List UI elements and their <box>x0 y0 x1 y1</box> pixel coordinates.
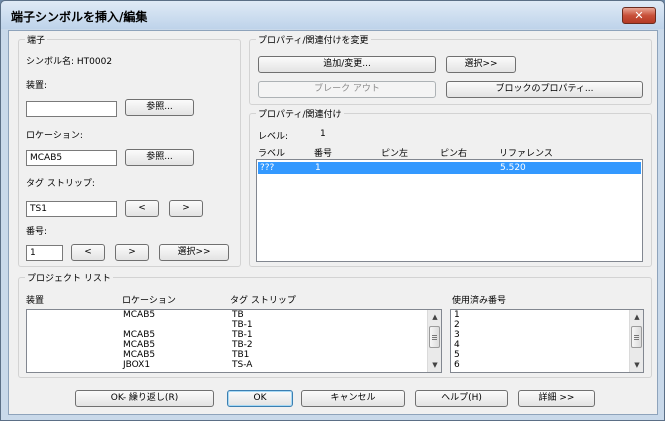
list-item[interactable]: MCAB5 <box>123 310 155 320</box>
col-location-header: ロケーション <box>122 296 176 306</box>
row-reference: 5.520 <box>500 163 526 173</box>
level-label: レベル: <box>258 132 289 142</box>
list-item[interactable]: MCAB5 <box>123 330 155 340</box>
device-label: 装置: <box>26 81 48 91</box>
grip-line <box>634 337 639 338</box>
dialog-body: 端子 シンボル名: HT0002 装置: 参照... ロケーション: MCAB5… <box>8 30 658 415</box>
scroll-down-icon[interactable]: ▼ <box>632 360 642 370</box>
list-item[interactable]: 3 <box>454 330 460 340</box>
row-label: ??? <box>260 163 275 173</box>
grip-line <box>634 335 639 336</box>
device-browse-button[interactable]: 参照... <box>125 99 194 116</box>
associations-list[interactable]: ??? 1 5.520 <box>256 159 643 262</box>
col-pin-left-header: ピン左 <box>381 149 409 159</box>
col-tagstrip-header: タグ ストリップ <box>230 296 296 306</box>
number-select-button[interactable]: 選択>> <box>159 244 229 261</box>
scroll-thumb[interactable] <box>631 326 642 348</box>
list-item[interactable]: MCAB5 <box>123 350 155 360</box>
list-item[interactable]: 5 <box>454 350 460 360</box>
col-pin-right-header: ピン右 <box>440 149 468 159</box>
dialog-window: 端子シンボルを挿入/編集 ✕ 端子 シンボル名: HT0002 装置: 参照..… <box>0 0 665 421</box>
used-numbers-scrollbar[interactable]: ▲ ▼ <box>629 310 643 372</box>
list-item[interactable]: TB-1 <box>232 330 253 340</box>
scroll-down-icon[interactable]: ▼ <box>430 360 440 370</box>
number-next-button[interactable]: > <box>115 244 149 261</box>
tagstrip-next-button[interactable]: > <box>169 200 203 217</box>
grip-line <box>432 335 437 336</box>
symbol-name-label: シンボル名: HT0002 <box>26 57 113 67</box>
block-properties-button[interactable]: ブロックのプロパティ... <box>446 81 643 98</box>
grip-line <box>432 337 437 338</box>
number-label: 番号: <box>26 227 48 237</box>
location-label: ロケーション: <box>26 131 83 141</box>
col-device-header: 装置 <box>26 296 45 306</box>
list-item[interactable]: TS-A <box>232 360 252 370</box>
grip-line <box>432 339 437 340</box>
ok-repeat-button[interactable]: OK- 繰り返し(R) <box>75 390 214 407</box>
close-button[interactable]: ✕ <box>622 7 656 24</box>
device-input[interactable] <box>26 101 117 117</box>
list-item[interactable]: JBOX1 <box>123 360 150 370</box>
number-input[interactable]: 1 <box>26 245 63 261</box>
ok-button[interactable]: OK <box>227 390 293 407</box>
cancel-button[interactable]: キャンセル <box>301 390 405 407</box>
list-item[interactable]: 4 <box>454 340 460 350</box>
tagstrip-prev-button[interactable]: < <box>125 200 159 217</box>
tagstrip-label: タグ ストリップ: <box>26 179 95 189</box>
property-change-title: プロパティ/関連付けを変更 <box>256 33 371 46</box>
dialog-title: 端子シンボルを挿入/編集 <box>11 10 148 24</box>
property-select-button[interactable]: 選択>> <box>446 56 516 73</box>
associations-title: プロパティ/関連付け <box>256 107 344 120</box>
scroll-thumb[interactable] <box>429 326 440 348</box>
scroll-up-icon[interactable]: ▲ <box>430 312 440 322</box>
add-change-button[interactable]: 追加/変更... <box>258 56 436 73</box>
list-item[interactable]: 6 <box>454 360 460 370</box>
list-item[interactable]: 1 <box>454 310 460 320</box>
location-input[interactable]: MCAB5 <box>26 150 117 166</box>
col-reference-header: リファレンス <box>499 149 553 159</box>
level-value: 1 <box>320 129 326 139</box>
project-list-scrollbar[interactable]: ▲ ▼ <box>427 310 441 372</box>
row-number: 1 <box>315 163 321 173</box>
col-label-header: ラベル <box>258 149 286 159</box>
used-numbers-list[interactable]: 1 2 3 4 5 6 ▲ ▼ <box>450 309 644 373</box>
tagstrip-input[interactable]: TS1 <box>26 201 117 217</box>
terminal-group-title: 端子 <box>25 33 48 46</box>
list-item[interactable]: 2 <box>454 320 460 330</box>
list-item[interactable]: TB-1 <box>232 320 253 330</box>
list-item[interactable]: MCAB5 <box>123 340 155 350</box>
list-item[interactable]: TB1 <box>232 350 249 360</box>
location-browse-button[interactable]: 参照... <box>125 149 194 166</box>
grip-line <box>634 339 639 340</box>
project-list[interactable]: MCAB5 TB TB-1 MCAB5 TB-1 MCAB5 TB-2 MCAB… <box>26 309 442 373</box>
list-item[interactable]: TB-2 <box>232 340 253 350</box>
help-button[interactable]: ヘルプ(H) <box>415 390 508 407</box>
table-row[interactable]: ??? 1 5.520 <box>258 162 641 174</box>
col-used-numbers-header: 使用済み番号 <box>452 296 507 306</box>
scroll-up-icon[interactable]: ▲ <box>632 312 642 322</box>
details-button[interactable]: 詳細 >> <box>518 390 595 407</box>
number-prev-button[interactable]: < <box>71 244 105 261</box>
list-item[interactable]: TB <box>232 310 244 320</box>
project-list-title: プロジェクト リスト <box>25 271 113 284</box>
breakout-button[interactable]: ブレーク アウト <box>258 81 436 98</box>
title-bar[interactable]: 端子シンボルを挿入/編集 ✕ <box>1 1 664 29</box>
col-number-header: 番号 <box>314 149 333 159</box>
